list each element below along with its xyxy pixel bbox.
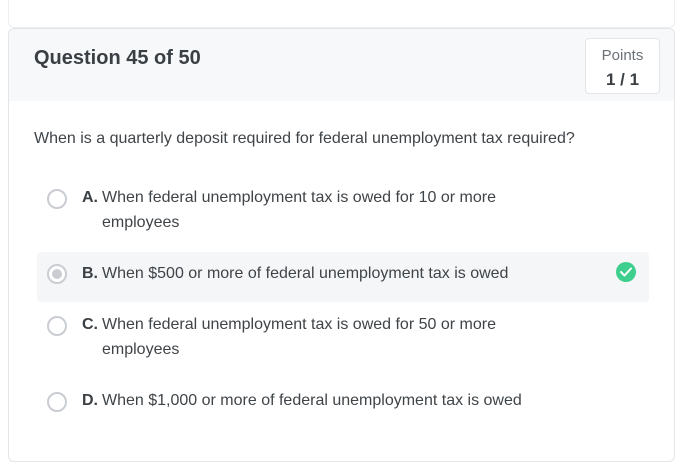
option-letter: D. xyxy=(82,392,98,409)
question-text: When is a quarterly deposit required for… xyxy=(34,130,575,147)
option-letter: C. xyxy=(82,316,98,333)
radio-button-icon[interactable] xyxy=(47,264,67,284)
check-mark-icon xyxy=(620,267,632,277)
radio-button-icon[interactable] xyxy=(47,392,67,412)
points-box: Points 1 / 1 xyxy=(585,38,660,94)
option-text: When $1,000 or more of federal unemploym… xyxy=(102,392,522,409)
option-a[interactable]: A. When federal unemployment tax is owed… xyxy=(37,181,649,236)
option-b[interactable]: B. When $500 or more of federal unemploy… xyxy=(37,252,649,302)
option-letter: A. xyxy=(82,189,98,206)
question-title: Question 45 of 50 xyxy=(34,47,201,69)
option-letter: B. xyxy=(82,265,98,282)
option-text: When $500 or more of federal unemploymen… xyxy=(102,265,509,282)
option-c[interactable]: C. When federal unemployment tax is owed… xyxy=(37,308,649,363)
previous-card-edge xyxy=(8,0,675,28)
option-text: When federal unemployment tax is owed fo… xyxy=(102,189,496,231)
option-d[interactable]: D. When $1,000 or more of federal unempl… xyxy=(37,384,649,418)
check-circle-icon xyxy=(616,262,636,282)
option-text: When federal unemployment tax is owed fo… xyxy=(102,316,496,358)
radio-button-icon[interactable] xyxy=(47,189,67,209)
points-value: 1 / 1 xyxy=(605,70,640,89)
radio-button-icon[interactable] xyxy=(47,316,67,336)
question-card: Question 45 of 50 Points 1 / 1 When is a… xyxy=(8,28,675,462)
question-header: Question 45 of 50 Points 1 / 1 xyxy=(9,29,674,101)
points-label: Points xyxy=(601,47,644,64)
